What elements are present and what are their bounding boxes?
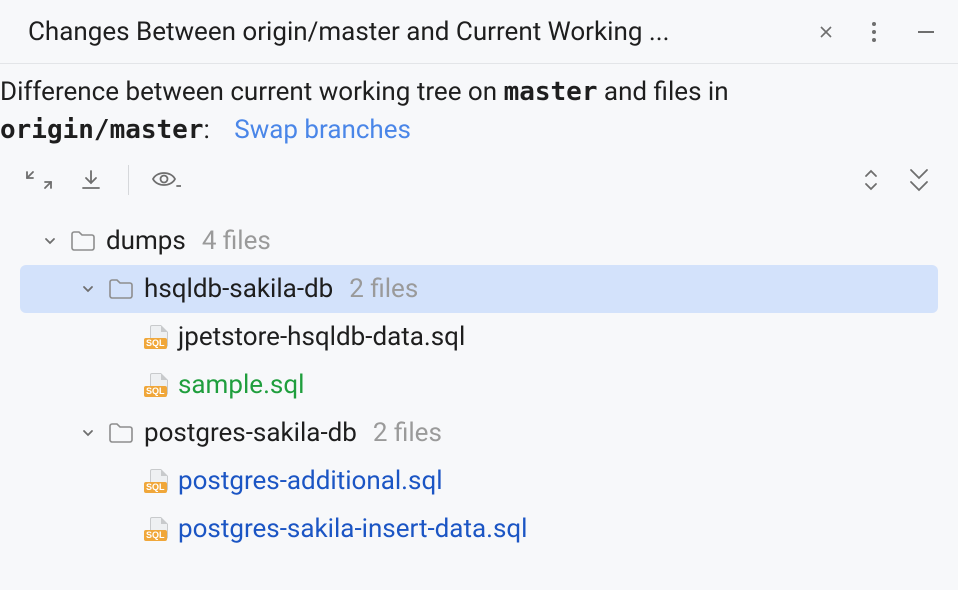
folder-name: hsqldb-sakila-db [144, 274, 333, 304]
chevron-down-icon[interactable] [40, 231, 60, 251]
sql-file-icon: SQL [144, 373, 168, 397]
preview-toggle-button[interactable] [149, 163, 183, 197]
file-count: 2 files [373, 418, 442, 448]
expand-collapse-button[interactable] [854, 163, 888, 197]
folder-icon [70, 230, 96, 252]
tree-file[interactable]: SQL postgres-sakila-insert-data.sql [20, 505, 938, 553]
folder-name: dumps [106, 226, 186, 256]
description-prefix: Difference between current working tree … [0, 77, 504, 107]
tree-folder[interactable]: dumps 4 files [20, 217, 938, 265]
chevron-down-icon[interactable] [78, 279, 98, 299]
folder-icon [108, 422, 134, 444]
sql-file-icon: SQL [144, 517, 168, 541]
collapse-all-button[interactable] [902, 163, 936, 197]
description-suffix: : [204, 115, 210, 145]
minimize-button[interactable] [914, 20, 938, 44]
description-text: Difference between current working tree … [0, 64, 958, 159]
tree-folder[interactable]: postgres-sakila-db 2 files [20, 409, 938, 457]
sql-file-icon: SQL [144, 469, 168, 493]
toolbar-separator [128, 165, 129, 195]
swap-branches-link[interactable]: Swap branches [234, 115, 411, 145]
description-mid: and files in [597, 77, 728, 107]
get-from-branch-button[interactable] [22, 163, 56, 197]
tree-folder[interactable]: hsqldb-sakila-db 2 files [20, 265, 938, 313]
file-name: postgres-additional.sql [178, 466, 443, 496]
close-tab-button[interactable] [814, 20, 838, 44]
panel-header: Changes Between origin/master and Curren… [0, 0, 958, 64]
file-count: 4 files [202, 226, 271, 256]
changes-tree: dumps 4 files hsqldb-sakila-db 2 files SQL jp… [0, 211, 958, 553]
branch-current: master [504, 77, 598, 107]
sql-file-icon: SQL [144, 325, 168, 349]
toolbar [0, 159, 958, 211]
header-actions [862, 20, 938, 44]
tree-file[interactable]: SQL jpetstore-hsqldb-data.sql [20, 313, 938, 361]
file-name: sample.sql [178, 370, 304, 400]
branch-remote: origin/master [0, 115, 204, 145]
folder-name: postgres-sakila-db [144, 418, 357, 448]
file-name: postgres-sakila-insert-data.sql [178, 514, 527, 544]
more-options-button[interactable] [862, 20, 886, 44]
tree-file[interactable]: SQL sample.sql [20, 361, 938, 409]
file-count: 2 files [349, 274, 418, 304]
file-name: jpetstore-hsqldb-data.sql [178, 322, 465, 352]
folder-icon [108, 278, 134, 300]
download-button[interactable] [74, 163, 108, 197]
tree-file[interactable]: SQL postgres-additional.sql [20, 457, 938, 505]
chevron-down-icon[interactable] [78, 423, 98, 443]
panel-title: Changes Between origin/master and Curren… [28, 17, 802, 47]
